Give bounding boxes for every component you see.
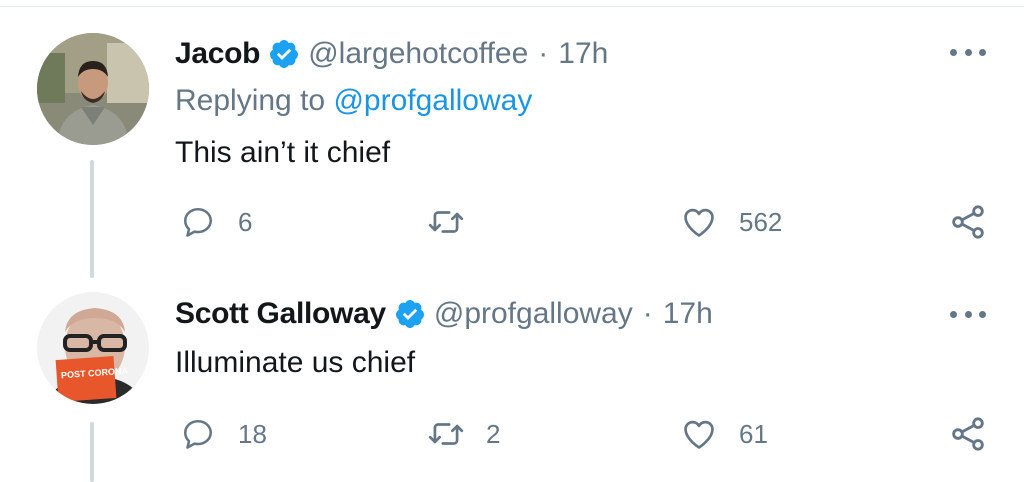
display-name[interactable]: Scott Galloway (175, 297, 386, 331)
tweet-text: This ain’t it chief (175, 136, 391, 169)
retweet-icon (424, 200, 468, 244)
share-icon (946, 200, 990, 244)
avatar-scott-galloway-image (37, 292, 149, 404)
retweet-button[interactable] (424, 198, 486, 246)
display-name[interactable]: Jacob (175, 37, 261, 71)
replying-to-mention[interactable]: @profgalloway (333, 84, 532, 117)
tweet-actions: 6 562 (0, 198, 1024, 246)
like-count: 61 (739, 418, 768, 449)
retweet-icon (424, 412, 468, 456)
reply-bubble-icon (176, 412, 220, 456)
verified-badge-icon (268, 38, 300, 70)
reply-button[interactable]: 6 (176, 198, 252, 246)
replying-to: Replying to @profgalloway (175, 84, 532, 118)
avatar-scott-galloway[interactable]: POST CORONA (37, 292, 149, 404)
share-button[interactable] (946, 198, 990, 246)
tweet-jacob[interactable]: Jacob @largehotcoffee · 17h Replying to … (0, 0, 1024, 280)
heart-icon (677, 412, 721, 456)
avatar-jacob[interactable] (37, 33, 149, 145)
heart-icon (677, 200, 721, 244)
more-options-icon[interactable] (950, 46, 986, 58)
reply-count: 6 (238, 206, 253, 237)
tweet-text: Illuminate us chief (175, 346, 416, 379)
tweet-scott-galloway[interactable]: POST CORONA Scott Galloway @profgalloway… (0, 280, 1024, 482)
like-count: 562 (739, 206, 783, 237)
verified-badge-icon (394, 298, 426, 330)
tweet-header: Jacob @largehotcoffee · 17h (175, 32, 608, 76)
reply-count: 18 (238, 418, 267, 449)
timestamp[interactable]: 17h (663, 297, 713, 331)
user-handle[interactable]: @profgalloway (434, 297, 633, 331)
avatar-jacob-image (37, 33, 149, 145)
user-handle[interactable]: @largehotcoffee (308, 37, 528, 71)
more-options-icon[interactable] (950, 308, 986, 320)
share-icon (946, 412, 990, 456)
like-button[interactable]: 562 (677, 198, 782, 246)
retweet-button[interactable]: 2 (424, 410, 500, 458)
separator-dot: · (538, 37, 549, 70)
like-button[interactable]: 61 (677, 410, 768, 458)
replying-prefix: Replying to (175, 84, 326, 117)
timestamp[interactable]: 17h (558, 37, 608, 71)
share-button[interactable] (946, 410, 990, 458)
retweet-count: 2 (486, 418, 501, 449)
reply-button[interactable]: 18 (176, 410, 267, 458)
separator-dot: · (642, 297, 653, 330)
tweet-actions: 18 2 61 (0, 410, 1024, 458)
tweet-header: Scott Galloway @profgalloway · 17h (175, 292, 713, 336)
reply-bubble-icon (176, 200, 220, 244)
